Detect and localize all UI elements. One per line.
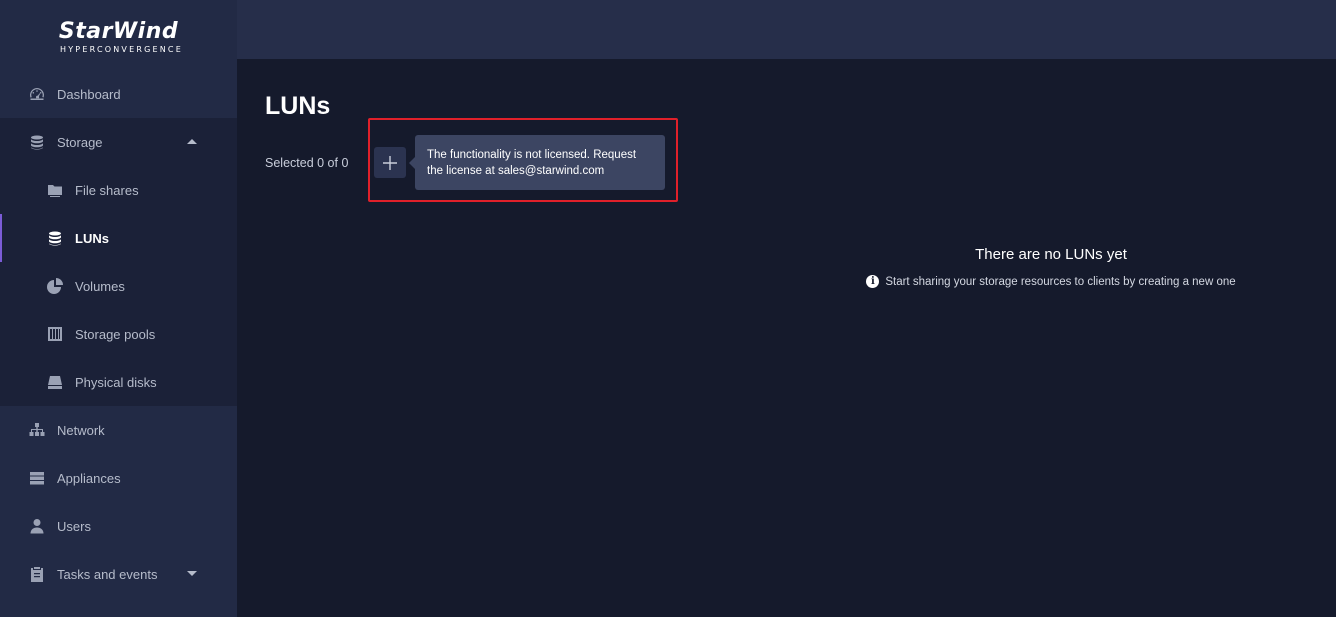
top-bar [237, 0, 1336, 59]
sidebar-item-label: Volumes [75, 278, 125, 294]
sidebar: StarWind HYPERCONVERGENCE Dashboard Stor… [0, 0, 237, 617]
clipboard-icon [29, 566, 45, 582]
dashboard-icon [29, 86, 45, 102]
starwind-logo[interactable]: StarWind HYPERCONVERGENCE [0, 0, 237, 70]
empty-state-hint: i Start sharing your storage resources t… [807, 275, 1295, 288]
sidebar-item-label: Network [57, 422, 105, 438]
sidebar-item-storage[interactable]: Storage [0, 118, 237, 166]
pie-chart-icon [47, 278, 63, 294]
folder-icon [47, 182, 63, 198]
sidebar-item-label: Appliances [57, 470, 121, 486]
server-icon [29, 470, 45, 486]
plus-icon [383, 155, 397, 170]
sidebar-item-label: Storage pools [75, 326, 156, 342]
chevron-down-icon[interactable] [187, 571, 197, 576]
database-icon [29, 134, 45, 150]
page-title: LUNs [265, 92, 331, 120]
sidebar-item-label: Physical disks [75, 374, 157, 390]
sidebar-item-label: File shares [75, 182, 139, 198]
selection-counter: Selected 0 of 0 [265, 156, 349, 170]
sidebar-item-label: LUNs [75, 230, 109, 246]
info-icon: i [866, 275, 880, 288]
storage-pool-icon [47, 326, 63, 342]
license-tooltip: The functionality is not licensed. Reque… [409, 135, 665, 190]
logo-name: StarWind [58, 18, 179, 44]
sidebar-item-label: Dashboard [57, 86, 121, 102]
empty-state-hint-text: Start sharing your storage resources to … [885, 275, 1236, 288]
chevron-up-icon[interactable] [187, 139, 197, 144]
logo-tagline: HYPERCONVERGENCE [60, 44, 183, 54]
sidebar-nav: Dashboard Storage File shares LUNs Volum… [0, 70, 237, 598]
sidebar-item-tasks-and-events[interactable]: Tasks and events [0, 550, 237, 598]
user-icon [29, 518, 45, 534]
hard-disk-icon [47, 374, 63, 390]
sidebar-item-label: Storage [57, 134, 103, 150]
sidebar-item-storage-pools[interactable]: Storage pools [0, 310, 237, 358]
sidebar-item-file-shares[interactable]: File shares [0, 166, 237, 214]
network-icon [29, 422, 45, 438]
empty-state-title: There are no LUNs yet [975, 246, 1127, 263]
sidebar-item-network[interactable]: Network [0, 406, 237, 454]
add-lun-button[interactable] [374, 147, 406, 178]
sidebar-item-appliances[interactable]: Appliances [0, 454, 237, 502]
database-icon [47, 230, 63, 246]
sidebar-item-users[interactable]: Users [0, 502, 237, 550]
sidebar-item-dashboard[interactable]: Dashboard [0, 70, 237, 118]
sidebar-item-label: Users [57, 518, 91, 534]
sidebar-item-volumes[interactable]: Volumes [0, 262, 237, 310]
sidebar-item-label: Tasks and events [57, 566, 158, 582]
main-content: LUNs Selected 0 of 0 The functionality i… [237, 59, 1336, 617]
sidebar-item-physical-disks[interactable]: Physical disks [0, 358, 237, 406]
sidebar-item-luns[interactable]: LUNs [0, 214, 237, 262]
